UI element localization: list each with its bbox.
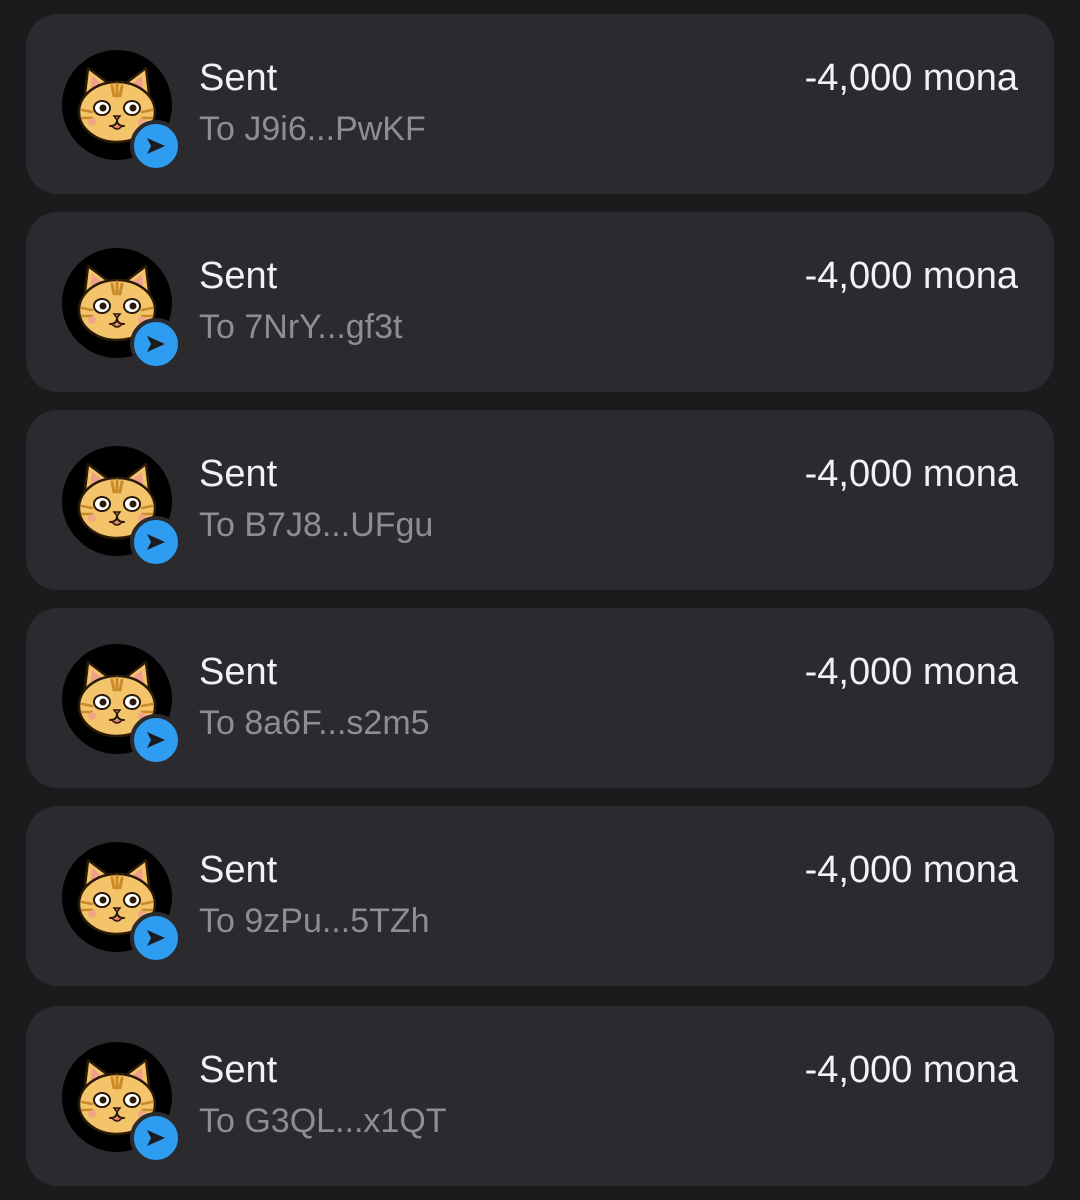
transaction-recipient: To J9i6...PwKF [199,110,426,148]
transaction-type: Sent [199,453,278,495]
transaction-recipient: To B7J8...UFgu [199,506,434,544]
transaction-type: Sent [199,57,278,99]
transaction-item[interactable]: Sent To B7J8...UFgu -4,000 mona [26,410,1054,590]
transaction-type: Sent [199,255,278,297]
transaction-list: Sent To J9i6...PwKF -4,000 mona Sent To … [0,0,1080,1200]
transaction-type: Sent [199,1049,278,1091]
transaction-type: Sent [199,849,278,891]
transaction-amount: -4,000 mona [804,849,1018,891]
transaction-recipient: To G3QL...x1QT [199,1102,447,1140]
send-arrow-icon [130,516,182,568]
transaction-amount: -4,000 mona [804,255,1018,297]
transaction-item[interactable]: Sent To G3QL...x1QT -4,000 mona [26,1006,1054,1186]
send-arrow-icon [130,1112,182,1164]
transaction-amount: -4,000 mona [804,453,1018,495]
transaction-item[interactable]: Sent To 7NrY...gf3t -4,000 mona [26,212,1054,392]
transaction-amount: -4,000 mona [804,651,1018,693]
send-arrow-icon [130,318,182,370]
transaction-recipient: To 8a6F...s2m5 [199,704,430,742]
send-arrow-icon [130,912,182,964]
transaction-recipient: To 9zPu...5TZh [199,902,430,940]
send-arrow-icon [130,714,182,766]
transaction-item[interactable]: Sent To 8a6F...s2m5 -4,000 mona [26,608,1054,788]
transaction-type: Sent [199,651,278,693]
transaction-recipient: To 7NrY...gf3t [199,308,403,346]
transaction-item[interactable]: Sent To J9i6...PwKF -4,000 mona [26,14,1054,194]
transaction-item[interactable]: Sent To 9zPu...5TZh -4,000 mona [26,806,1054,986]
transaction-amount: -4,000 mona [804,1049,1018,1091]
transaction-amount: -4,000 mona [804,57,1018,99]
send-arrow-icon [130,120,182,172]
